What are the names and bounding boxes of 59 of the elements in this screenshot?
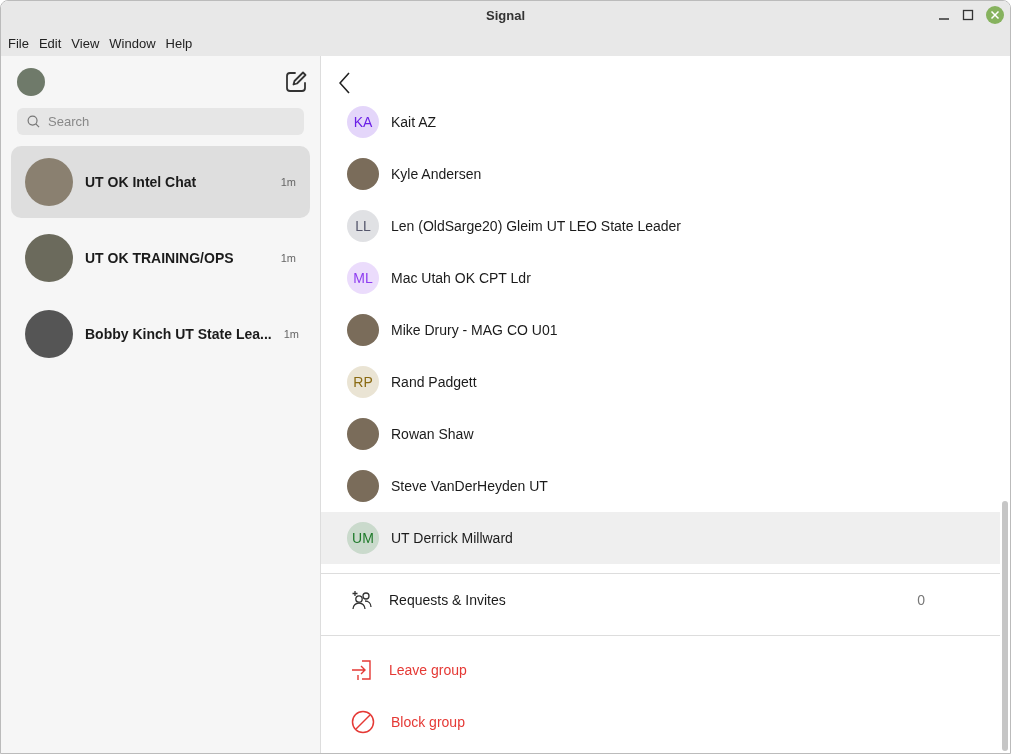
menu-item[interactable]: File [3,33,34,54]
member-name: Steve VanDerHeyden UT [391,476,548,496]
menu-item[interactable]: Help [160,33,198,54]
timestamp: 1m [280,174,296,190]
exit-icon [351,659,373,681]
member-name: Rowan Shaw [391,424,474,444]
initials-avatar: ML [347,262,379,294]
member-row[interactable]: Kyle Andersen [321,148,1000,200]
leave-group-item[interactable]: Leave group [321,644,1010,696]
photo-placeholder [347,158,379,190]
requests-item[interactable]: Requests & Invites 0 [321,574,1010,626]
back-icon[interactable] [339,71,351,94]
photo-placeholder [347,418,379,450]
member-row[interactable]: UM UT Derrick Millward [321,512,1000,564]
conversation-item[interactable]: Bobby Kinch UT State Lea... 1m [11,298,310,370]
member-name: Mac Utah OK CPT Ldr [391,268,531,288]
block-group-item[interactable]: Block group [321,696,1010,748]
people-add-icon [351,590,373,610]
scrollbar-thumb[interactable] [1002,501,1008,751]
conversation-name: UT OK TRAINING/OPS [85,248,235,268]
member-row[interactable]: Mike Drury - MAG CO U01 [321,304,1000,356]
initials-avatar: RP [347,366,379,398]
member-row[interactable]: KA Kait AZ [321,96,1000,148]
conversation-name: UT OK Intel Chat [85,172,198,192]
member-name: Mike Drury - MAG CO U01 [391,320,558,340]
member-row[interactable]: Rowan Shaw [321,408,1000,460]
initials-avatar: UM [347,522,379,554]
timestamp: 1m [280,250,296,266]
member-row[interactable]: LL Len (OldSarge20) Gleim UT LEO State Leader [321,200,1000,252]
timestamp: 1m [283,326,299,342]
menu-item[interactable]: View [66,33,105,54]
member-row[interactable]: Steve VanDerHeyden UT [321,460,1000,512]
photo-placeholder [347,314,379,346]
window-title: Signal [486,7,525,26]
conversation-item[interactable]: UT OK TRAINING/OPS 1m [11,222,310,294]
initials-avatar: LL [347,210,379,242]
compose-icon[interactable] [284,70,308,94]
member-name: Len (OldSarge20) Gleim UT LEO State Leader [391,216,681,236]
menu-item[interactable]: Edit [33,33,67,54]
search-icon [27,115,40,128]
photo-placeholder [25,310,73,358]
initials-avatar: KA [347,106,379,138]
block-icon [351,710,375,734]
menu-item[interactable]: Window [104,33,161,54]
conversation-item[interactable]: UT OK Intel Chat 1m [11,146,310,218]
member-name: Rand Padgett [391,372,477,392]
photo-placeholder [25,158,73,206]
maximize-icon[interactable] [962,9,974,21]
member-row[interactable]: RP Rand Padgett [321,356,1000,408]
photo-placeholder [25,234,73,282]
member-name: Kait AZ [391,112,437,132]
member-row[interactable]: ML Mac Utah OK CPT Ldr [321,252,1000,304]
member-name: Kyle Andersen [391,164,482,184]
search-field[interactable]: Search [17,108,304,135]
profile-avatar[interactable] [17,68,45,96]
conversation-name: Bobby Kinch UT State Lea... [85,324,272,344]
photo-placeholder [347,470,379,502]
member-name: UT Derrick Millward [391,528,513,548]
request-count: 0 [917,590,925,610]
